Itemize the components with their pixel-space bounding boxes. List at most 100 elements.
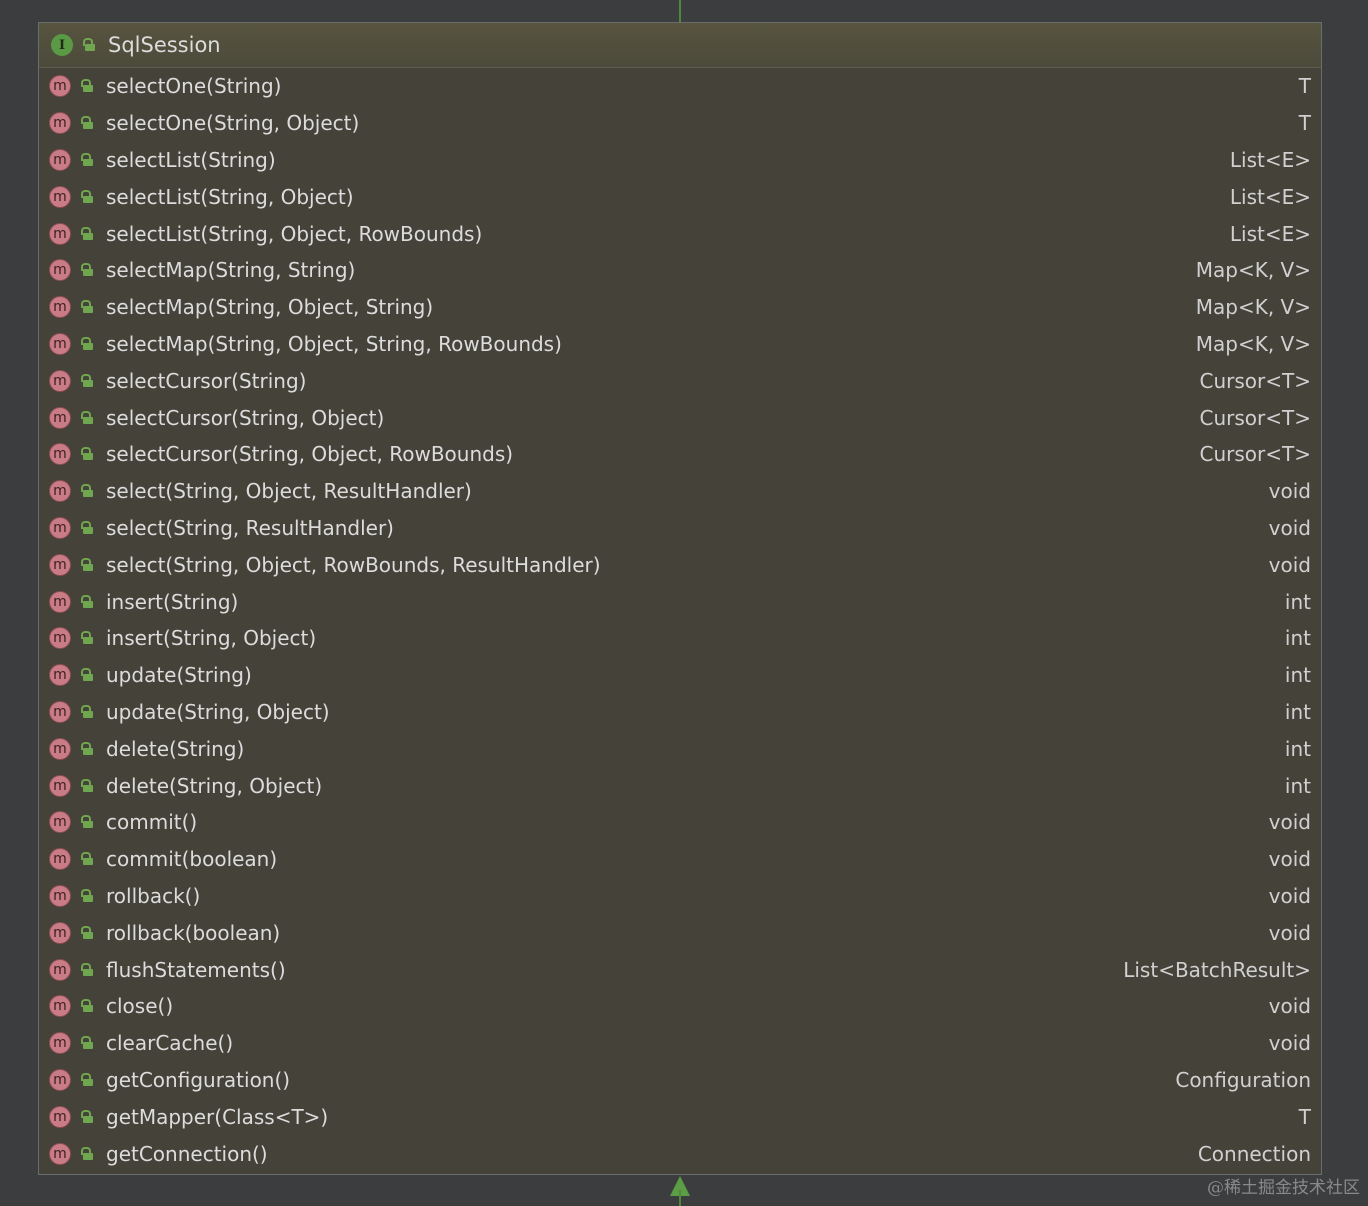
method-row[interactable]: m getMapper(Class<T>) T [39, 1098, 1321, 1135]
class-name: SqlSession [108, 33, 221, 57]
method-row[interactable]: m commit() void [39, 804, 1321, 841]
class-box-sqlsession[interactable]: I SqlSession m selectOne(String) Tm selectO… [38, 22, 1322, 1175]
method-icon: m [49, 774, 71, 797]
method-row[interactable]: m rollback() void [39, 878, 1321, 915]
method-return-type: Configuration [1175, 1067, 1311, 1092]
method-icon: m [49, 75, 71, 98]
public-lock-icon [80, 152, 94, 167]
method-row[interactable]: m selectMap(String, Object, String) Map<K,… [39, 289, 1321, 326]
method-return-type: T [1298, 1104, 1311, 1129]
method-icon: m [49, 700, 71, 723]
method-return-type: void [1268, 920, 1311, 945]
method-row[interactable]: m selectList(String) List<E> [39, 142, 1321, 179]
method-return-type: Cursor<T> [1199, 368, 1311, 393]
method-row[interactable]: m selectOne(String) T [39, 68, 1321, 105]
method-icon: m [49, 222, 71, 245]
method-return-type: int [1284, 773, 1311, 798]
public-lock-icon [80, 962, 94, 977]
diagram-canvas: I SqlSession m selectOne(String) Tm selectO… [0, 0, 1368, 1206]
method-return-type: void [1268, 810, 1311, 835]
method-name: select(String, ResultHandler) [106, 515, 394, 540]
watermark: @稀土掘金技术社区 [1207, 1178, 1360, 1198]
method-name: commit() [106, 810, 198, 835]
interface-icon: I [51, 34, 73, 56]
method-name: update(String) [106, 663, 252, 688]
method-return-type: Connection [1197, 1141, 1311, 1166]
method-return-type: int [1284, 699, 1311, 724]
method-return-type: void [1268, 515, 1311, 540]
method-row[interactable]: m getConfiguration() Configuration [39, 1062, 1321, 1099]
method-icon: m [49, 1142, 71, 1165]
method-row[interactable]: m selectMap(String, String) Map<K, V> [39, 252, 1321, 289]
method-row[interactable]: m select(String, ResultHandler) void [39, 510, 1321, 547]
method-row[interactable]: m clearCache() void [39, 1025, 1321, 1062]
method-row[interactable]: m commit(boolean) void [39, 841, 1321, 878]
method-return-type: List<BatchResult> [1123, 957, 1311, 982]
method-name: close() [106, 994, 174, 1019]
method-return-type: Cursor<T> [1199, 405, 1311, 430]
method-icon: m [49, 848, 71, 871]
public-lock-icon [80, 1036, 94, 1050]
public-lock-icon [80, 999, 94, 1013]
method-return-type: void [1268, 479, 1311, 504]
method-row[interactable]: m delete(String, Object) int [39, 767, 1321, 804]
method-row[interactable]: m update(String) int [39, 657, 1321, 694]
method-row[interactable]: m selectMap(String, Object, String, RowBo… [39, 326, 1321, 363]
method-row[interactable]: m selectList(String, Object) List<E> [39, 178, 1321, 215]
public-lock-icon [80, 778, 94, 793]
method-return-type: void [1268, 1031, 1311, 1056]
method-icon: m [49, 112, 71, 135]
public-lock-icon [80, 925, 94, 940]
method-row[interactable]: m insert(String) int [39, 583, 1321, 620]
method-name: selectOne(String, Object) [106, 111, 360, 136]
method-row[interactable]: m selectOne(String, Object) T [39, 105, 1321, 142]
method-name: delete(String) [106, 736, 245, 761]
method-icon: m [49, 590, 71, 613]
class-header[interactable]: I SqlSession [39, 23, 1321, 68]
method-row[interactable]: m selectCursor(String) Cursor<T> [39, 362, 1321, 399]
public-lock-icon [80, 189, 94, 204]
method-row[interactable]: m flushStatements() List<BatchResult> [39, 951, 1321, 988]
method-name: selectMap(String, String) [106, 258, 356, 283]
public-lock-icon [80, 1072, 94, 1087]
method-name: insert(String) [106, 589, 239, 614]
method-row[interactable]: m select(String, Object, RowBounds, Resul… [39, 546, 1321, 583]
method-name: insert(String, Object) [106, 626, 317, 651]
method-row[interactable]: m selectCursor(String, Object) Cursor<T> [39, 399, 1321, 436]
method-icon: m [49, 332, 71, 355]
method-name: selectOne(String) [106, 74, 282, 99]
public-lock-icon [80, 594, 94, 609]
public-lock-icon [80, 373, 94, 388]
method-row[interactable]: m selectList(String, Object, RowBounds) Li… [39, 215, 1321, 252]
method-icon: m [49, 443, 71, 466]
method-row[interactable]: m rollback(boolean) void [39, 914, 1321, 951]
method-return-type: int [1284, 663, 1311, 688]
method-name: selectList(String) [106, 147, 276, 172]
method-name: select(String, Object, RowBounds, Result… [106, 552, 601, 577]
method-name: select(String, Object, ResultHandler) [106, 479, 472, 504]
method-icon: m [49, 1105, 71, 1128]
public-lock-icon [80, 704, 94, 719]
method-name: rollback(boolean) [106, 920, 281, 945]
method-return-type: void [1268, 847, 1311, 872]
method-icon: m [49, 921, 71, 944]
method-row[interactable]: m delete(String) int [39, 730, 1321, 767]
method-row[interactable]: m update(String, Object) int [39, 694, 1321, 731]
method-name: getConfiguration() [106, 1067, 291, 1092]
method-return-type: int [1284, 626, 1311, 651]
method-row[interactable]: m getConnection() Connection [39, 1135, 1321, 1172]
public-lock-icon [80, 668, 94, 682]
method-row[interactable]: m selectCursor(String, Object, RowBounds)… [39, 436, 1321, 473]
public-lock-icon [80, 484, 94, 498]
public-lock-icon [80, 520, 94, 535]
method-icon: m [49, 737, 71, 760]
method-row[interactable]: m select(String, Object, ResultHandler) vo… [39, 473, 1321, 510]
public-lock-icon [80, 741, 94, 756]
method-name: selectList(String, Object, RowBounds) [106, 221, 483, 246]
method-row[interactable]: m insert(String, Object) int [39, 620, 1321, 657]
method-row[interactable]: m close() void [39, 988, 1321, 1025]
method-name: selectCursor(String) [106, 368, 307, 393]
method-name: selectList(String, Object) [106, 184, 354, 209]
public-lock-icon [80, 226, 94, 241]
method-return-type: List<E> [1229, 147, 1311, 172]
